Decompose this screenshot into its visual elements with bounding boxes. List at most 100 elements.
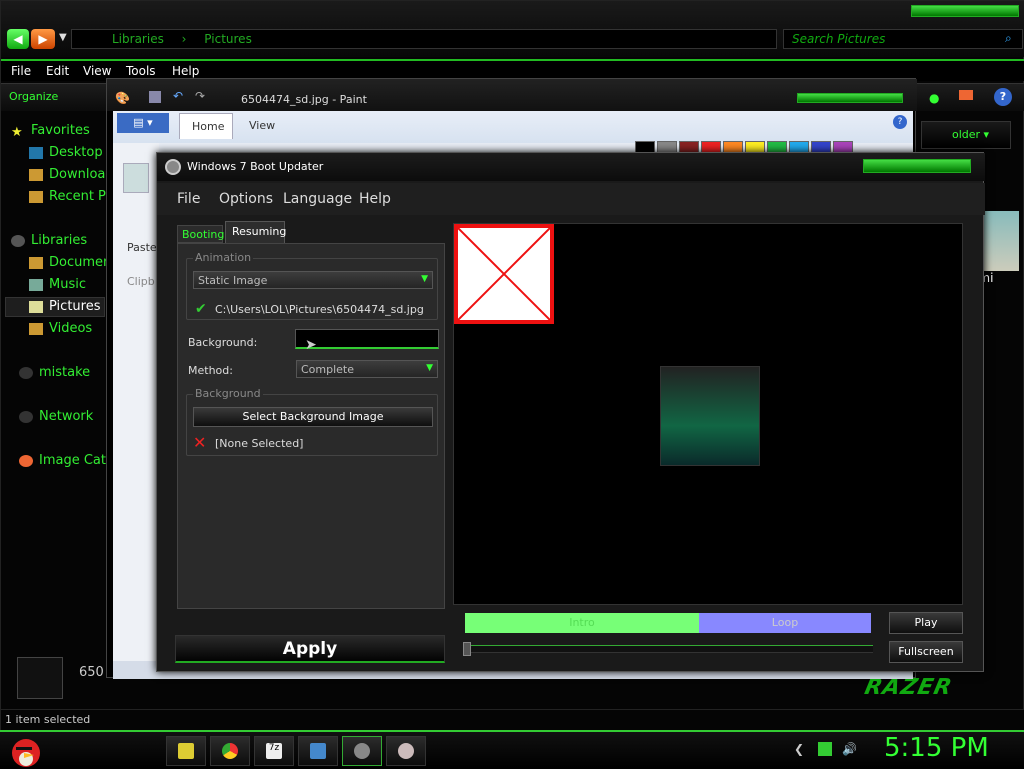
timeline-slider-handle[interactable] <box>463 642 471 656</box>
loop-segment[interactable]: Loop <box>699 613 871 633</box>
nav-desktop[interactable]: Desktop <box>29 145 103 160</box>
tab-view[interactable]: View <box>249 119 275 132</box>
method-value: Complete <box>301 363 355 376</box>
network-icon <box>19 410 33 423</box>
settings-panel: Animation Static Image ▼ ✔ C:\Users\LOL\P… <box>177 243 445 609</box>
boot-menu-language[interactable]: Language <box>283 191 352 207</box>
nav-label: Recent P <box>49 189 106 204</box>
nav-favorites[interactable]: ★ Favorites <box>11 123 90 140</box>
chevron-down-icon: ▼ <box>421 274 428 284</box>
view-options-icon[interactable]: ● <box>929 91 939 105</box>
menu-view[interactable]: View <box>83 64 111 78</box>
paint-ribbon-tabs: ▤ ▾ Home View ? <box>113 111 913 143</box>
redo-icon[interactable]: ↷ <box>195 89 205 103</box>
boot-menu-file[interactable]: File <box>177 191 200 207</box>
recent-places-icon <box>29 190 43 203</box>
explorer-window-controls[interactable] <box>911 5 1019 17</box>
boot-titlebar: Windows 7 Boot Updater <box>157 153 985 181</box>
paint-window-controls[interactable] <box>797 93 903 103</box>
paint-icon <box>398 743 414 759</box>
tab-home[interactable]: Home <box>179 113 233 139</box>
tab-booting[interactable]: Booting <box>177 225 224 243</box>
menu-tools[interactable]: Tools <box>126 64 156 78</box>
boot-window-controls[interactable] <box>863 159 971 173</box>
nav-mistake[interactable]: mistake <box>19 365 90 380</box>
error-x-icon: ✕ <box>193 433 207 452</box>
nav-libraries[interactable]: Libraries <box>11 233 87 248</box>
animation-preview <box>453 223 963 605</box>
nav-image-catalog[interactable]: Image Cata <box>19 453 114 468</box>
volume-icon[interactable]: 🔊 <box>842 742 857 756</box>
help-icon[interactable]: ? <box>994 88 1012 106</box>
undo-icon[interactable]: ↶ <box>173 89 183 103</box>
apply-button[interactable]: Apply <box>175 635 445 663</box>
organize-button[interactable]: Organize <box>9 90 58 103</box>
save-icon[interactable] <box>149 91 161 103</box>
taskbar-clock[interactable]: 5:15 PM <box>884 733 989 763</box>
search-icon[interactable]: ⌕ <box>1005 31 1012 46</box>
taskbar-chrome[interactable] <box>210 736 250 766</box>
paint-app-icon: 🎨 <box>115 91 130 105</box>
nav-downloads[interactable]: Downloa <box>29 167 105 182</box>
paint-file-menu-button[interactable]: ▤ ▾ <box>117 113 169 133</box>
nav-videos[interactable]: Videos <box>29 321 92 336</box>
7zip-icon: 7z <box>266 743 282 759</box>
select-background-button[interactable]: Select Background Image <box>193 407 433 427</box>
paint-help-icon[interactable]: ? <box>893 115 907 129</box>
nav-network[interactable]: Network <box>19 409 93 424</box>
loop-segment-label: Loop <box>771 616 799 629</box>
boot-menu-options[interactable]: Options <box>219 191 273 207</box>
breadcrumb-libraries[interactable]: Libraries <box>112 32 164 46</box>
tab-resuming[interactable]: Resuming <box>225 221 286 243</box>
animation-type-select[interactable]: Static Image ▼ <box>193 271 433 289</box>
nav-recent-places[interactable]: Recent P <box>29 189 106 204</box>
menu-edit[interactable]: Edit <box>46 64 69 78</box>
network-tray-icon[interactable] <box>818 742 832 756</box>
back-arrow-icon[interactable]: ◀ <box>7 29 29 49</box>
libraries-icon <box>11 234 25 247</box>
start-button[interactable] <box>6 733 46 769</box>
details-pane-thumbnail <box>17 657 63 699</box>
desktop-icon <box>29 146 43 159</box>
search-input[interactable]: Search Pictures <box>783 29 1023 49</box>
downloads-icon <box>29 168 43 181</box>
nav-pictures[interactable]: Pictures <box>29 299 100 314</box>
preview-pane-icon[interactable] <box>959 90 973 100</box>
nav-documents[interactable]: Documen <box>29 255 111 270</box>
boot-window-title: Windows 7 Boot Updater <box>187 160 324 173</box>
paste-button[interactable]: Paste <box>127 241 157 254</box>
nav-label: Downloa <box>49 167 106 182</box>
nav-music[interactable]: Music <box>29 277 86 292</box>
nav-label: Pictures <box>49 299 101 314</box>
taskbar-installer[interactable] <box>298 736 338 766</box>
breadcrumb-pictures[interactable]: Pictures <box>204 32 252 46</box>
boot-app-icon <box>165 159 181 175</box>
show-hidden-icons-icon[interactable]: ❮ <box>794 742 808 756</box>
play-button[interactable]: Play <box>889 612 963 634</box>
fullscreen-button[interactable]: Fullscreen <box>889 641 963 663</box>
taskbar-7zip[interactable]: 7z <box>254 736 294 766</box>
taskbar-boot-updater[interactable] <box>342 736 382 766</box>
arrange-by-folder-button[interactable]: older ▾ <box>921 121 1011 149</box>
address-bar[interactable]: Libraries › Pictures <box>71 29 777 49</box>
background-label: Background: <box>188 336 258 349</box>
recent-pages-chevron-icon[interactable]: ▼ <box>59 32 67 43</box>
forward-arrow-icon[interactable]: ▶ <box>31 29 55 49</box>
menu-file[interactable]: File <box>11 64 31 78</box>
nav-label: Network <box>39 409 94 424</box>
angry-bird-icon <box>12 739 40 767</box>
taskbar-paint[interactable] <box>386 736 426 766</box>
method-select[interactable]: Complete ▼ <box>296 360 438 378</box>
timeline-slider[interactable] <box>463 642 873 656</box>
paste-icon[interactable] <box>123 163 149 193</box>
chevron-down-icon: ▼ <box>426 363 433 373</box>
paint-title: 6504474_sd.jpg - Paint <box>241 93 367 106</box>
taskbar-explorer[interactable] <box>166 736 206 766</box>
nav-label: Image Cata <box>39 453 114 468</box>
menu-help[interactable]: Help <box>172 64 199 78</box>
status-text: 1 item selected <box>5 713 91 726</box>
background-group: Background Select Background Image ✕ [No… <box>186 387 438 456</box>
intro-segment[interactable]: Intro <box>465 613 699 633</box>
boot-menu-help[interactable]: Help <box>359 191 391 207</box>
image-path: C:\Users\LOL\Pictures\6504474_sd.jpg <box>215 303 424 316</box>
